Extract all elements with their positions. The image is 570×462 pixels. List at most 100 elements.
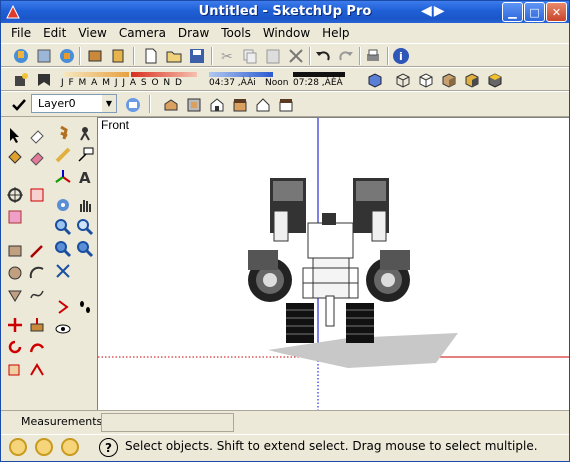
close-button[interactable]: ✕ (546, 2, 567, 22)
front-view-icon[interactable] (207, 95, 227, 115)
new-file-icon[interactable] (141, 46, 161, 66)
open-folder-icon[interactable] (164, 46, 184, 66)
look-around-icon[interactable] (53, 297, 73, 317)
shaded-style-icon[interactable] (439, 70, 459, 90)
hand-pan-icon[interactable] (75, 195, 95, 215)
menu-file[interactable]: File (5, 26, 37, 40)
dimension-tool-icon[interactable] (75, 145, 95, 165)
status-text: Select objects. Shift to extend select. … (125, 439, 538, 453)
chevron-down-icon[interactable]: ▼ (102, 95, 116, 112)
share-model-icon[interactable] (34, 46, 54, 66)
right-view-icon[interactable] (230, 95, 250, 115)
walk-tool-icon[interactable] (53, 123, 73, 143)
credits-icon[interactable] (35, 438, 53, 456)
layer-manager-icon[interactable] (123, 95, 143, 115)
move-tool-icon[interactable] (5, 315, 25, 335)
component-attributes-icon[interactable] (108, 46, 128, 66)
freehand-tool-icon[interactable] (27, 285, 47, 305)
share-component-icon[interactable] (57, 46, 77, 66)
shaded-textures-style-icon[interactable] (462, 70, 482, 90)
measurements-input[interactable] (101, 413, 234, 432)
cut-icon[interactable]: ✂ (217, 46, 237, 66)
arc-tool-icon[interactable] (27, 263, 47, 283)
top-view-icon[interactable] (184, 95, 204, 115)
menu-help[interactable]: Help (316, 26, 355, 40)
svg-text:i: i (399, 50, 403, 63)
position-camera-icon[interactable] (75, 123, 95, 143)
wireframe-style-icon[interactable] (393, 70, 413, 90)
zoom-window-icon[interactable] (75, 217, 95, 237)
orbit-icon[interactable] (5, 185, 25, 205)
offset-tool-icon[interactable] (27, 359, 47, 379)
maximize-button[interactable]: □ (524, 2, 545, 22)
polygon-tool-icon[interactable] (5, 285, 25, 305)
left-arrow-icon[interactable]: ◀ (421, 3, 432, 19)
pencil-line-icon[interactable] (27, 241, 47, 261)
redo-icon[interactable] (336, 46, 356, 66)
checkmark-icon[interactable] (9, 95, 29, 115)
svg-text:A: A (79, 169, 91, 186)
left-track (286, 303, 314, 343)
menu-tools[interactable]: Tools (215, 26, 257, 40)
pink-eraser-icon[interactable] (27, 147, 47, 167)
tape-measure-icon[interactable] (53, 145, 73, 165)
layer-select[interactable]: Layer0 ▼ (31, 94, 117, 113)
svg-text:✂: ✂ (221, 49, 233, 65)
monochrome-style-icon[interactable] (485, 70, 505, 90)
zoom-extents-icon[interactable] (75, 239, 95, 259)
model-info-icon[interactable]: i (391, 46, 411, 66)
xray-style-icon[interactable] (365, 70, 385, 90)
help-icon[interactable]: ? (99, 438, 118, 457)
undo-icon[interactable] (313, 46, 333, 66)
title-bar[interactable]: Untitled - SketchUp Pro ◀ ▶ ▁ □ ✕ (1, 1, 569, 23)
print-icon[interactable] (363, 46, 383, 66)
copy-icon[interactable] (240, 46, 260, 66)
zoom-fit-icon[interactable] (53, 261, 73, 281)
window-title: Untitled - SketchUp Pro (198, 4, 372, 19)
text-3d-icon[interactable]: A (75, 167, 95, 187)
back-view-icon[interactable] (253, 95, 273, 115)
right-arrow-icon[interactable]: ▶ (434, 3, 445, 19)
paste-icon[interactable] (263, 46, 283, 66)
zoom-icon[interactable] (53, 217, 73, 237)
select-tool-icon[interactable] (5, 125, 25, 145)
rotate-tool-icon[interactable] (5, 337, 25, 357)
axes-tool-icon[interactable] (53, 167, 73, 187)
circle-tool-icon[interactable] (5, 263, 25, 283)
follow-me-icon[interactable] (27, 337, 47, 357)
title-nav-arrows[interactable]: ◀ ▶ (421, 3, 445, 19)
get-models-icon[interactable] (11, 46, 31, 66)
scale-tool-icon[interactable] (5, 359, 25, 379)
footprints-icon[interactable] (75, 297, 95, 317)
display-shadows-icon[interactable] (34, 70, 54, 90)
pink-box-icon[interactable] (5, 207, 25, 227)
menu-edit[interactable]: Edit (37, 26, 72, 40)
menu-window[interactable]: Window (257, 26, 316, 40)
eraser-tool-icon[interactable] (27, 125, 47, 145)
minimize-button[interactable]: ▁ (502, 2, 523, 22)
shadow-time-slider[interactable]: 04:37 ,ÀÀi Noon 07:28 ,ÀÈÀ (207, 71, 347, 89)
rectangle-tool-icon[interactable] (5, 241, 25, 261)
standard-toolbar: ✂ i (1, 43, 569, 67)
position-icon[interactable] (53, 195, 73, 215)
zoom-previous-icon[interactable] (53, 239, 73, 259)
menu-view[interactable]: View (72, 26, 112, 40)
save-icon[interactable] (187, 46, 207, 66)
user-icon[interactable] (61, 438, 79, 456)
paint-bucket-icon[interactable] (5, 147, 25, 167)
erase-icon[interactable] (286, 46, 306, 66)
iso-view-icon[interactable] (161, 95, 181, 115)
model-viewport[interactable]: Front (97, 117, 569, 410)
sketchup-window: Untitled - SketchUp Pro ◀ ▶ ▁ □ ✕ File E… (0, 0, 570, 462)
eye-icon[interactable] (53, 319, 73, 339)
left-view-icon[interactable] (276, 95, 296, 115)
menu-camera[interactable]: Camera (113, 26, 172, 40)
geo-location-icon[interactable] (9, 438, 27, 456)
shadow-settings-icon[interactable] (11, 70, 31, 90)
shadow-date-slider[interactable]: J F M A M J J A S O N D (61, 71, 201, 89)
hidden-line-style-icon[interactable] (416, 70, 436, 90)
component-options-icon[interactable] (85, 46, 105, 66)
push-pull-icon[interactable] (27, 315, 47, 335)
rectangle-section-icon[interactable] (27, 185, 47, 205)
menu-draw[interactable]: Draw (172, 26, 215, 40)
